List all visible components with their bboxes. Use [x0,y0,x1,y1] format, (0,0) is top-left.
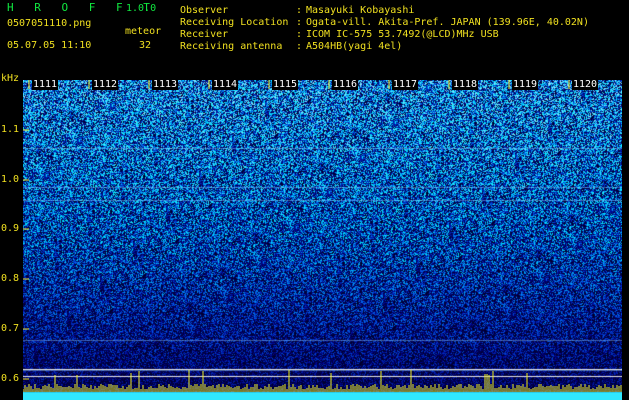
antenna-colon: : [296,41,303,52]
receiver-label: Receiver [180,29,229,40]
location-label: Receiving Location [180,17,289,28]
observer-colon: : [296,5,303,16]
receiver-value: ICOM IC-575 53.7492(@LCD)MHz USB [306,29,499,40]
x-tick-1120: 1120 [572,79,599,90]
x-tick-1111: 1111 [32,79,59,90]
y-axis-unit: kHz [1,73,20,84]
spectrogram-panel[interactable] [23,80,622,400]
x-tick-1114: 1114 [212,79,239,90]
mode-label: meteor [125,26,162,37]
y-tick-0-8: 0.8 [1,273,20,284]
antenna-label: Receiving antenna [180,41,283,52]
receiver-colon: : [296,29,303,40]
y-tick-0-9: 0.9 [1,223,20,234]
x-tick-1118: 1118 [452,79,479,90]
file-name: 0507051110.png [7,18,92,29]
app-version: 1.0.0 [126,3,157,14]
observer-value: Masayuki Kobayashi [306,5,415,16]
location-colon: : [296,17,303,28]
x-tick-1117: 1117 [392,79,419,90]
y-tick-0-7: 0.7 [1,323,20,334]
antenna-value: A504HB(yagi 4el) [306,41,403,52]
x-tick-1112: 1112 [92,79,119,90]
y-tick-1-1: 1.1 [1,124,20,135]
meteor-count: 32 [139,40,152,51]
y-tick-1-0: 1.0 [1,174,20,185]
observer-label: Observer [180,5,229,16]
x-tick-1113: 1113 [152,79,179,90]
x-tick-1119: 1119 [512,79,539,90]
y-tick-0-6: 0.6 [1,373,20,384]
datetime: 05.07.05 11:10 [7,40,92,51]
x-tick-1116: 1116 [332,79,359,90]
spectrogram-overlay [23,80,622,392]
location-value: Ogata-vill. Akita-Pref. JAPAN (139.96E, … [306,17,589,28]
x-tick-1115: 1115 [272,79,299,90]
